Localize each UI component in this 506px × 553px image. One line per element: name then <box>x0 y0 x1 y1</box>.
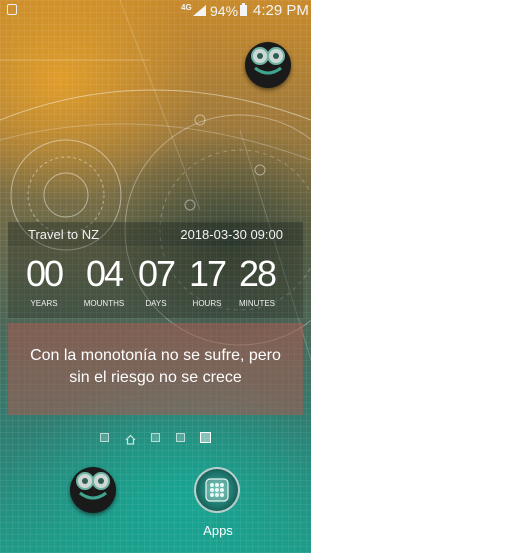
countdown-value: 17 <box>188 253 227 294</box>
apps-drawer-button[interactable] <box>194 467 240 513</box>
countdown-widget[interactable]: 00 YEARS 04 MOUNTHS 07 DAYS 17 HOURS 28 … <box>8 246 303 318</box>
countdown-value: 04 <box>85 253 124 294</box>
signal-icon <box>193 5 206 16</box>
apps-label: Apps <box>203 523 233 538</box>
quote-widget[interactable]: Con la monotonía no se sufre, pero sin e… <box>8 323 303 415</box>
home-icon <box>125 434 136 445</box>
countdown-label: YEARS <box>30 299 58 308</box>
countdown-value: 00 <box>25 253 64 294</box>
page-dot[interactable] <box>151 433 160 442</box>
robot-icon <box>76 472 110 500</box>
countdown-hours: 17 HOURS <box>181 253 233 309</box>
home-screen: 4G 94% 4:29 PM Travel to NZ 2018-03-30 0… <box>0 0 311 553</box>
robot-app-icon[interactable] <box>245 42 291 88</box>
battery-icon <box>240 3 247 16</box>
countdown-value: 07 <box>137 253 176 294</box>
network-type: 4G <box>181 3 192 12</box>
page-dot-active[interactable] <box>200 432 211 443</box>
countdown-years: 00 YEARS <box>18 253 70 309</box>
app-grid-icon <box>205 478 229 502</box>
countdown-label: MINUTES <box>239 299 275 308</box>
page-dot[interactable] <box>100 433 109 442</box>
countdown-header[interactable]: Travel to NZ 2018-03-30 09:00 <box>8 222 303 246</box>
status-time: 4:29 PM <box>253 2 309 19</box>
robot-icon <box>251 47 285 75</box>
countdown-label: DAYS <box>145 299 167 308</box>
notification-icon <box>7 4 17 15</box>
countdown-value: 28 <box>238 253 277 294</box>
countdown-label: HOURS <box>192 299 222 308</box>
event-date: 2018-03-30 09:00 <box>180 227 283 242</box>
page-indicator <box>100 432 211 446</box>
home-page-dot[interactable] <box>125 432 136 450</box>
status-bar: 4G 94% 4:29 PM <box>0 0 311 22</box>
battery-percent: 94% <box>210 3 239 19</box>
countdown-minutes: 28 MINUTES <box>231 253 283 309</box>
countdown-months: 04 MOUNTHS <box>78 253 130 309</box>
countdown-label: MOUNTHS <box>83 299 125 308</box>
event-name: Travel to NZ <box>28 227 100 242</box>
countdown-days: 07 DAYS <box>130 253 182 309</box>
robot-app-icon-dock[interactable] <box>70 467 116 513</box>
quote-text: Con la monotonía no se sufre, pero sin e… <box>30 347 281 386</box>
page-dot[interactable] <box>176 433 185 442</box>
